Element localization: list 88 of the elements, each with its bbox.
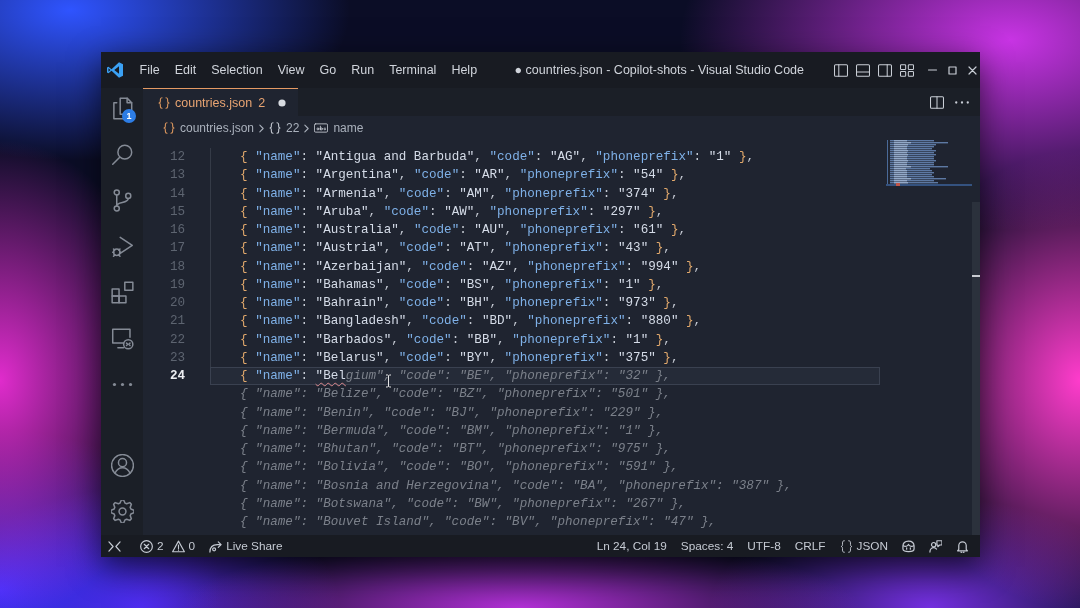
bell-icon[interactable] (956, 539, 969, 553)
window-title: ● countries.json - Copilot-shots - Visual Studio Code (513, 63, 805, 77)
menu-item[interactable]: File (132, 59, 168, 81)
line-number: 14 (168, 185, 185, 203)
code-line: { "name": "Bahrain", "code": "BH", "phoneprefix": "973" }, (210, 294, 880, 313)
live-share-button[interactable]: Live Share (202, 535, 290, 557)
close-icon[interactable] (968, 65, 977, 75)
breadcrumb-item[interactable]: countries.json (163, 121, 255, 135)
run-debug-icon[interactable] (110, 234, 134, 258)
code-line: { "name": "Austria", "code": "AT", "phoneprefix": "43" }, (210, 239, 880, 258)
account-icon[interactable] (110, 453, 134, 477)
sidebar-toggle-icon[interactable] (878, 63, 892, 77)
braces-icon (839, 539, 853, 553)
settings-icon[interactable] (110, 499, 134, 523)
code-line: { "name": "Australia", "code": "AU", "phoneprefix": "61" }, (210, 221, 880, 240)
line-number: 18 (168, 258, 185, 276)
code-line: { "name": "Azerbaijan", "code": "AZ", "phoneprefix": "994" }, (210, 257, 880, 276)
status-item[interactable]: CRLF (787, 535, 833, 557)
maximize-icon[interactable] (948, 65, 957, 75)
split-editor-icon[interactable] (930, 95, 944, 109)
line-number: 23 (168, 349, 185, 367)
notification-badge: 1 (122, 109, 136, 123)
code-line: { "name": "Aruba", "code": "AW", "phoneprefix": "297" }, (210, 202, 880, 221)
code-line: { "name": "Antigua and Barbuda", "code": "AG", "phoneprefix": "1" }, (210, 148, 880, 167)
problems-button[interactable]: 2 0 (133, 535, 203, 557)
braces-icon (269, 122, 282, 134)
line-number: 24 (168, 368, 185, 385)
line-number: 19 (168, 276, 185, 294)
remote-monitor-icon[interactable] (110, 326, 134, 350)
more-icon[interactable] (955, 100, 969, 104)
menu-item[interactable]: Run (343, 59, 382, 81)
cursor-position-marker (972, 275, 980, 277)
feedback-icon[interactable] (929, 539, 942, 553)
suggestion-line: { "name": "Bhutan", "code": "BT", "phoneprefix": "975" }, (239, 441, 672, 458)
code-line: { "name": "Barbados", "code": "BB", "phoneprefix": "1" }, (210, 330, 880, 349)
share-arrow-icon (209, 539, 223, 553)
string-symbol-icon (314, 123, 329, 133)
menu-item[interactable]: Selection (203, 59, 271, 81)
status-item[interactable]: Ln 24, Col 19 (589, 535, 674, 557)
copilot-icon[interactable] (902, 539, 915, 553)
code-line: { "name": "Armenia", "code": "AM", "phoneprefix": "374" }, (210, 184, 880, 203)
editor-tab[interactable]: countries.json 2 (143, 88, 299, 116)
line-number: 22 (168, 331, 185, 349)
menu-item[interactable]: Help (443, 59, 485, 81)
suggestion-line: { "name": "Bolivia", "code": "BO", "phoneprefix": "591" }, (239, 459, 680, 477)
code-line: { "name": "Belarus", "code": "BY", "phoneprefix": "375" }, (210, 348, 880, 367)
panel-toggle-icon[interactable] (856, 63, 870, 77)
line-number: 16 (168, 222, 185, 239)
code-line: { "name": "Bangladesh", "code": "BD", "phoneprefix": "880" }, (210, 312, 880, 331)
language-mode-button[interactable]: JSON (832, 535, 895, 557)
line-number: 12 (168, 149, 185, 166)
menu-item[interactable]: Edit (167, 59, 204, 81)
status-item[interactable]: Spaces: 4 (673, 535, 741, 557)
problem-count: 2 (258, 95, 266, 110)
line-number: 13 (168, 167, 185, 185)
warning-icon (171, 539, 185, 553)
braces-icon (163, 122, 175, 134)
suggestion-line: { "name": "Belize", "code": "BZ", "phoneprefix": "501" }, (239, 386, 672, 404)
code-line: { "name": "Bahamas", "code": "BS", "phoneprefix": "1" }, (210, 275, 880, 294)
search-icon[interactable] (110, 142, 134, 166)
braces-icon (158, 96, 170, 109)
suggestion-line: { "name": "Bouvet Island", "code": "BV", "phoneprefix": "47" }, (239, 514, 718, 531)
breadcrumb-item[interactable]: 22 (269, 121, 300, 135)
menu-item[interactable]: Go (312, 59, 344, 81)
line-number: 20 (168, 295, 185, 312)
remote-icon[interactable] (108, 539, 121, 553)
line-number: 15 (168, 203, 185, 221)
chevron-right-icon (259, 123, 265, 133)
menu-item[interactable]: Terminal (381, 59, 444, 81)
scrollbar-thumb[interactable] (972, 202, 980, 535)
suggestion-line: { "name": "Bermuda", "code": "BM", "phoneprefix": "1" }, (239, 422, 665, 440)
chevron-right-icon (304, 123, 310, 133)
error-icon (140, 539, 153, 553)
suggestion-line: { "name": "Benin", "code": "BJ", "phoneprefix": "229" }, (239, 404, 665, 422)
suggestion-line: { "name": "Bosnia and Herzegovina", "code": "BA", "phoneprefix": "387" }, (239, 477, 793, 495)
breadcrumb-item[interactable]: name (314, 121, 364, 135)
status-item[interactable]: UTF-8 (740, 535, 788, 557)
source-control-icon[interactable] (110, 188, 134, 212)
suggestion-line: { "name": "Botswana", "code": "BW", "phoneprefix": "267" }, (239, 495, 687, 513)
code-line: { "name": "Argentina", "code": "AR", "phoneprefix": "54" }, (210, 166, 880, 185)
line-number: 21 (168, 313, 185, 331)
line-number: 17 (168, 240, 185, 258)
menu-item[interactable]: View (270, 59, 312, 81)
extensions-icon[interactable] (110, 280, 134, 304)
sidebar-toggle-icon[interactable] (834, 63, 848, 77)
files-icon[interactable] (110, 96, 134, 120)
layout-icon[interactable] (900, 63, 914, 77)
logo-icon (107, 62, 123, 78)
